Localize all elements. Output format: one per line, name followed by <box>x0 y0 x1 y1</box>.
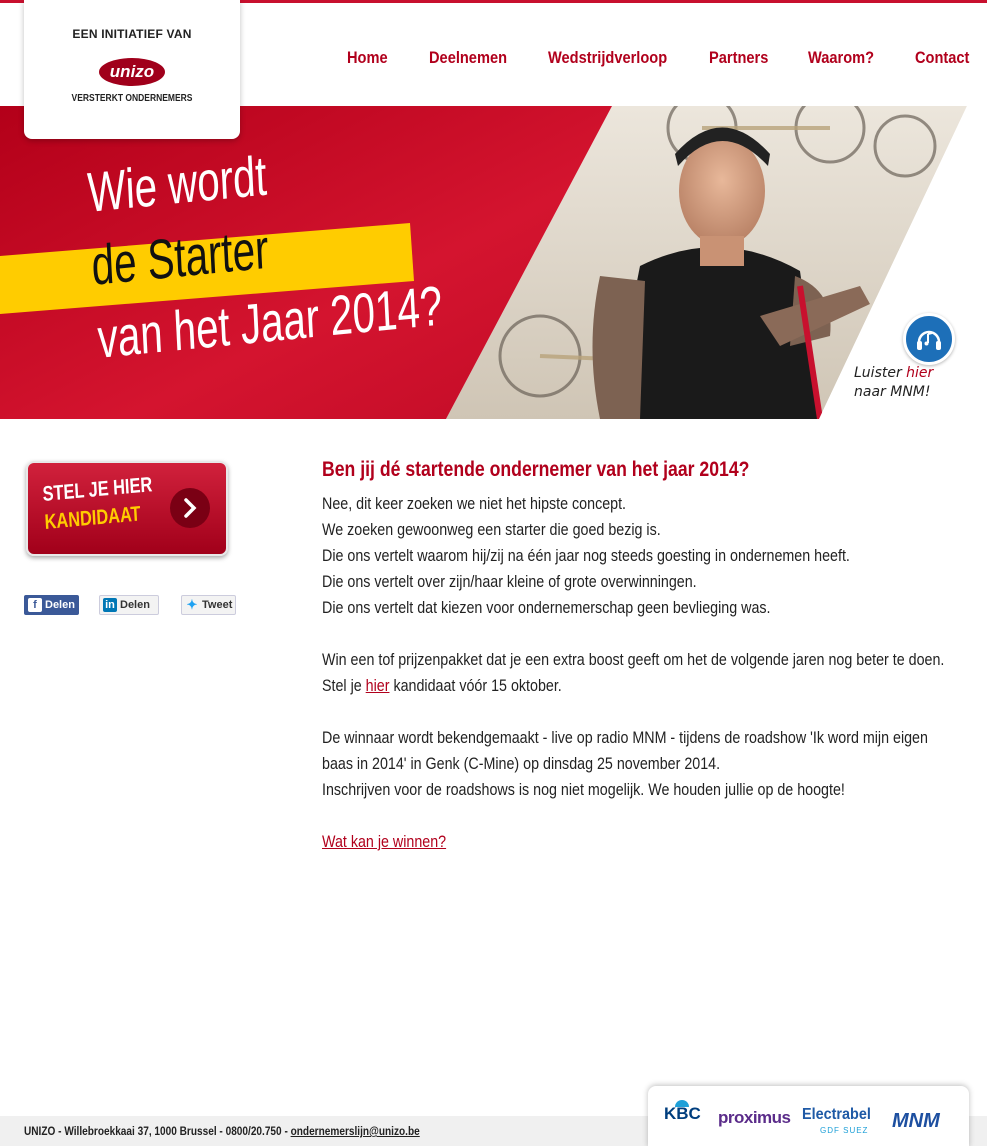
twitter-bird-icon: ✦ <box>186 597 198 612</box>
listen-mnm-link[interactable]: Luister hier naar MNM! <box>854 364 933 402</box>
winner-paragraph: De winnaar wordt bekendgemaakt - live op… <box>322 725 977 803</box>
prize-prefix: Stel je <box>322 676 366 695</box>
candidate-cta-button[interactable]: STEL JE HIER KANDIDAAT <box>26 461 228 556</box>
prize-paragraph: Win een tof prijzenpakket dat je een ext… <box>322 647 977 699</box>
mnm-logo[interactable]: MNM <box>892 1110 940 1133</box>
prize-line: Win een tof prijzenpakket dat je een ext… <box>322 650 945 669</box>
listen-suffix: naar MNM! <box>854 384 931 400</box>
nav-partners[interactable]: Partners <box>709 48 768 68</box>
kbc-logo[interactable]: KBC <box>664 1104 701 1124</box>
nav-home[interactable]: Home <box>347 48 388 68</box>
intro-line: Nee, dit keer zoeken we niet het hipste … <box>322 494 627 513</box>
linkedin-share-label: Delen <box>120 599 150 611</box>
headphones-music-icon[interactable] <box>903 313 955 365</box>
winner-line: De winnaar wordt bekendgemaakt - live op… <box>322 728 928 747</box>
intro-paragraph: Nee, dit keer zoeken we niet het hipste … <box>322 491 977 621</box>
twitter-share-button[interactable]: ✦ Tweet <box>181 595 236 615</box>
intro-line: Die ons vertelt over zijn/haar kleine of… <box>322 572 697 591</box>
electrabel-logo[interactable]: Electrabel <box>802 1106 871 1124</box>
footer-address: UNIZO - Willebroekkaai 37, 1000 Brussel … <box>24 1124 420 1138</box>
linkedin-icon: in <box>103 598 117 612</box>
twitter-share-label: Tweet <box>202 599 233 611</box>
intro-line: Die ons vertelt waarom hij/zij na één ja… <box>322 546 850 565</box>
prize-suffix: kandidaat vóór 15 oktober. <box>389 676 562 695</box>
main-content: Ben jij dé startende ondernemer van het … <box>322 458 972 881</box>
logo-tagline-top: EEN INITIATIEF VAN <box>72 27 192 41</box>
what-can-you-win-link[interactable]: Wat kan je winnen? <box>322 832 446 851</box>
facebook-share-button[interactable]: f Delen <box>24 595 79 615</box>
hero-banner: Wie wordt de Starter van het Jaar 2014? <box>0 106 987 419</box>
facebook-share-label: Delen <box>45 599 75 611</box>
logo-tagline-bottom: VERSTERKT ONDERNEMERS <box>71 93 193 104</box>
listen-hier-link[interactable]: hier <box>906 365 933 381</box>
facebook-icon: f <box>28 598 42 612</box>
footer-email-link[interactable]: ondernemerslijn@unizo.be <box>291 1124 420 1138</box>
chevron-right-icon <box>170 488 210 528</box>
apply-here-link[interactable]: hier <box>366 676 390 695</box>
proximus-logo[interactable]: proximus <box>718 1108 791 1128</box>
gdf-suez-label: GDF SUEZ <box>820 1126 869 1135</box>
nav-contact[interactable]: Contact <box>915 48 969 68</box>
intro-line: Die ons vertelt dat kiezen voor ondernem… <box>322 598 771 617</box>
linkedin-share-button[interactable]: in Delen <box>99 595 159 615</box>
unizo-logo: unizo <box>99 58 165 86</box>
winner-line: Inschrijven voor de roadshows is nog nie… <box>322 780 845 799</box>
listen-prefix: Luister <box>854 365 907 381</box>
cta-line2: KANDIDAAT <box>44 502 142 534</box>
unizo-logo-card[interactable]: EEN INITIATIEF VAN unizo VERSTERKT ONDER… <box>24 0 240 139</box>
intro-line: We zoeken gewoonweg een starter die goed… <box>322 520 661 539</box>
nav-wedstrijdverloop[interactable]: Wedstrijdverloop <box>548 48 667 68</box>
headphones-icon <box>917 330 941 350</box>
prize-link-paragraph: Wat kan je winnen? <box>322 829 977 855</box>
nav-deelnemen[interactable]: Deelnemen <box>429 48 507 68</box>
footer-address-text: UNIZO - Willebroekkaai 37, 1000 Brussel … <box>24 1124 291 1138</box>
winner-line: baas in 2014' in Genk (C-Mine) op dinsda… <box>322 754 721 773</box>
partner-logos: KBC proximus Electrabel GDF SUEZ MNM <box>648 1086 969 1146</box>
page-title: Ben jij dé startende ondernemer van het … <box>322 458 750 481</box>
nav-waarom[interactable]: Waarom? <box>808 48 874 68</box>
